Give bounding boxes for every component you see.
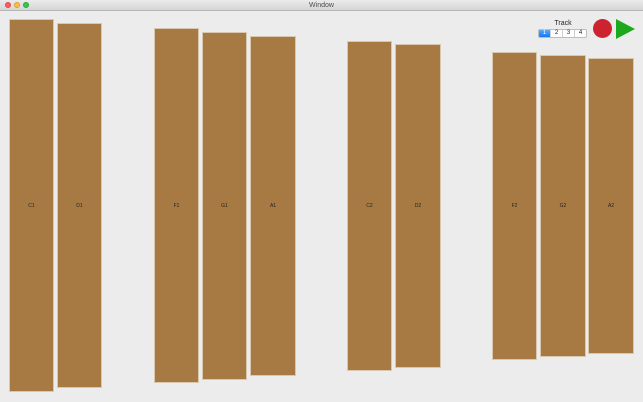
key-label: A2 xyxy=(607,203,615,209)
key-label: A1 xyxy=(269,203,277,209)
track-option-1[interactable]: 1 xyxy=(539,30,551,37)
track-option-4[interactable]: 4 xyxy=(575,30,586,37)
track-option-3[interactable]: 3 xyxy=(563,30,575,37)
key-label: C2 xyxy=(366,203,373,209)
key-bar-g2[interactable]: G2 xyxy=(540,55,586,357)
track-selector: Track 1 2 3 4 xyxy=(537,20,589,48)
key-bar-c2[interactable]: C2 xyxy=(347,41,392,371)
key-bar-d1[interactable]: D1 xyxy=(57,23,102,388)
key-label: D1 xyxy=(76,202,83,209)
main-content: C1 D1 F1 G1 A1 C2 D2 F2 G2 A2 Track 1 2 … xyxy=(0,11,643,402)
key-label: G2 xyxy=(559,203,567,209)
title-bar: Window xyxy=(0,0,643,11)
track-option-2[interactable]: 2 xyxy=(551,30,563,37)
key-bar-a1[interactable]: A1 xyxy=(250,36,296,376)
key-bar-d2[interactable]: D2 xyxy=(395,44,441,368)
key-label: F1 xyxy=(173,202,180,209)
track-label: Track xyxy=(554,20,572,27)
key-label: G1 xyxy=(221,203,228,209)
key-label: C1 xyxy=(28,202,35,209)
key-bar-c1[interactable]: C1 xyxy=(9,19,54,392)
track-segmented-control: 1 2 3 4 xyxy=(538,29,587,38)
play-icon xyxy=(616,19,635,39)
window-title: Window xyxy=(309,2,334,9)
key-bar-g1[interactable]: G1 xyxy=(202,32,247,380)
play-button[interactable] xyxy=(615,19,635,39)
key-bar-f2[interactable]: F2 xyxy=(492,52,537,360)
key-label: F2 xyxy=(511,203,518,209)
key-label: D2 xyxy=(414,203,422,209)
key-bar-a2[interactable]: A2 xyxy=(588,58,634,354)
record-button[interactable] xyxy=(593,19,612,38)
key-bar-f1[interactable]: F1 xyxy=(154,28,199,383)
